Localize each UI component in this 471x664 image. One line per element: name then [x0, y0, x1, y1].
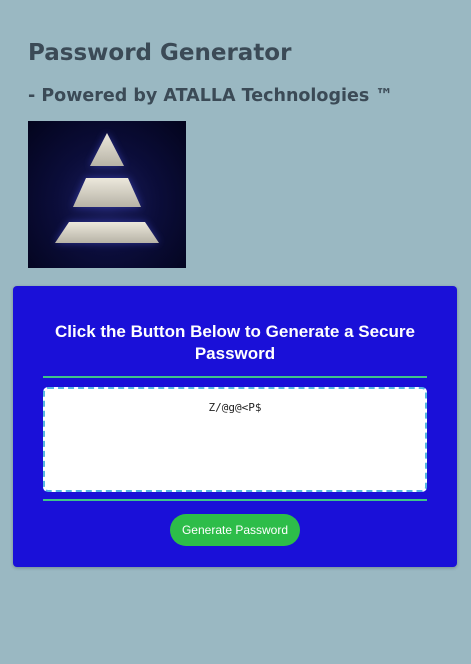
pyramid-logo-icon — [28, 121, 186, 268]
generate-password-button[interactable]: Generate Password — [170, 514, 300, 546]
page-title: Password Generator — [28, 40, 292, 66]
bottom-divider — [43, 499, 427, 501]
password-output[interactable]: Z/@g@<P$ — [43, 387, 427, 492]
page-header: Password Generator - Powered by ATALLA T… — [28, 38, 393, 106]
generator-card: Click the Button Below to Generate a Sec… — [13, 286, 457, 567]
card-heading: Click the Button Below to Generate a Sec… — [55, 322, 415, 363]
page-subtitle: - Powered by ATALLA Technologies ™ — [28, 86, 393, 106]
top-divider — [43, 376, 427, 378]
